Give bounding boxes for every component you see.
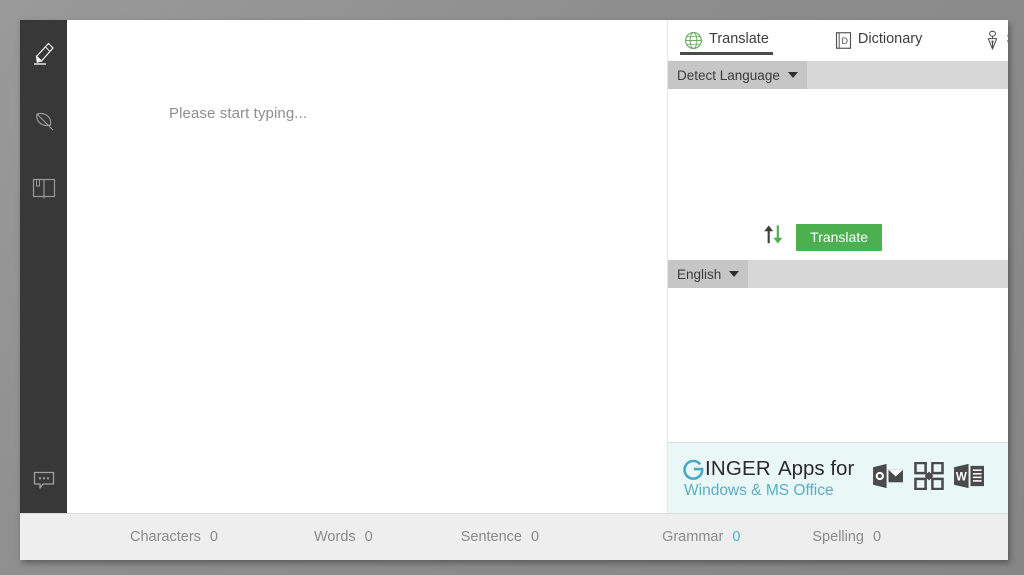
tab-synonyms[interactable]: Synonyms xyxy=(977,20,1008,61)
status-sentence-value: 0 xyxy=(531,529,540,545)
status-grammar-label: Grammar xyxy=(662,529,724,545)
status-sentence: Sentence 0 xyxy=(461,529,539,545)
tab-synonyms-label: Synonyms xyxy=(1006,32,1008,49)
globe-icon xyxy=(684,31,703,50)
left-sidebar xyxy=(20,20,67,513)
ginger-wordmark-line1: INGER Apps for xyxy=(682,456,855,481)
status-sentence-label: Sentence xyxy=(460,529,522,545)
leaf-icon xyxy=(31,108,57,134)
ginger-brand-suffix: Apps for xyxy=(777,456,855,480)
outlook-icon[interactable] xyxy=(872,462,905,495)
tab-translate[interactable]: Translate xyxy=(676,20,777,61)
chevron-down-icon xyxy=(729,271,740,277)
panel-tabs: Translate D Dictionary xyxy=(668,20,1008,61)
status-words-value: 0 xyxy=(364,529,373,545)
ginger-brand-rest: INGER xyxy=(705,456,771,480)
source-language-value: Detect Language xyxy=(677,67,780,83)
office-icon[interactable] xyxy=(914,461,945,495)
editor-placeholder: Please start typing... xyxy=(169,105,308,122)
target-language-bar: English xyxy=(668,260,1008,288)
status-spelling-value: 0 xyxy=(872,529,882,545)
ginger-apps-promo[interactable]: INGER Apps for Windows & MS Office W xyxy=(668,442,1008,513)
target-language-value: English xyxy=(677,266,722,282)
target-language-select[interactable]: English xyxy=(668,260,749,288)
target-text-area[interactable] xyxy=(668,288,1008,442)
tab-dictionary-label: Dictionary xyxy=(857,31,923,48)
book-icon xyxy=(31,177,57,199)
svg-text:D: D xyxy=(841,36,848,46)
status-spelling-label: Spelling xyxy=(812,529,864,545)
source-text-area[interactable]: Translate xyxy=(668,89,1008,260)
translate-action-group: Translate xyxy=(761,222,882,252)
chat-icon xyxy=(31,468,57,492)
status-spelling: Spelling 0 xyxy=(812,529,881,545)
ginger-g-icon xyxy=(682,457,705,481)
tab-dictionary[interactable]: D Dictionary xyxy=(827,20,930,61)
ginger-brand-subtitle: Windows & MS Office xyxy=(684,482,834,500)
screen: Please start typing... Translate D Dicti… xyxy=(0,0,1024,575)
svg-text:W: W xyxy=(956,471,967,483)
word-icon[interactable]: W xyxy=(953,462,986,495)
source-language-bar: Detect Language xyxy=(668,61,1008,89)
chevron-down-icon xyxy=(787,72,798,78)
status-characters-label: Characters xyxy=(130,529,201,545)
status-words: Words 0 xyxy=(314,529,373,545)
status-grammar: Grammar 0 xyxy=(662,529,740,545)
status-characters-value: 0 xyxy=(209,529,218,545)
status-bar: Characters 0 Words 0 Sentence 0 Grammar … xyxy=(20,513,1008,560)
status-words-label: Words xyxy=(314,529,356,545)
pen-nib-icon xyxy=(985,30,1000,51)
source-language-select[interactable]: Detect Language xyxy=(668,61,807,89)
book-d-icon: D xyxy=(835,31,852,50)
status-characters: Characters 0 xyxy=(130,529,218,545)
translate-panel: Translate D Dictionary Detect Language T… xyxy=(667,20,1008,513)
translate-button[interactable]: Translate xyxy=(796,223,882,251)
ginger-wordmark: INGER Apps for Windows & MS Office xyxy=(682,457,854,499)
status-grammar-value: 0 xyxy=(732,529,741,545)
sidebar-item-dictionary[interactable] xyxy=(20,154,67,221)
swap-arrows-icon[interactable] xyxy=(761,222,786,252)
tab-translate-label: Translate xyxy=(709,31,769,48)
pen-icon xyxy=(32,41,56,67)
editor-pane[interactable]: Please start typing... xyxy=(67,20,667,513)
window-body: Please start typing... Translate D Dicti… xyxy=(20,20,1008,513)
office-apps-icons: W xyxy=(872,461,986,495)
ginger-app-window: Please start typing... Translate D Dicti… xyxy=(20,20,1008,560)
sidebar-item-write[interactable] xyxy=(20,20,67,87)
sidebar-item-feedback[interactable] xyxy=(20,446,67,513)
sidebar-item-rephrase[interactable] xyxy=(20,87,67,154)
